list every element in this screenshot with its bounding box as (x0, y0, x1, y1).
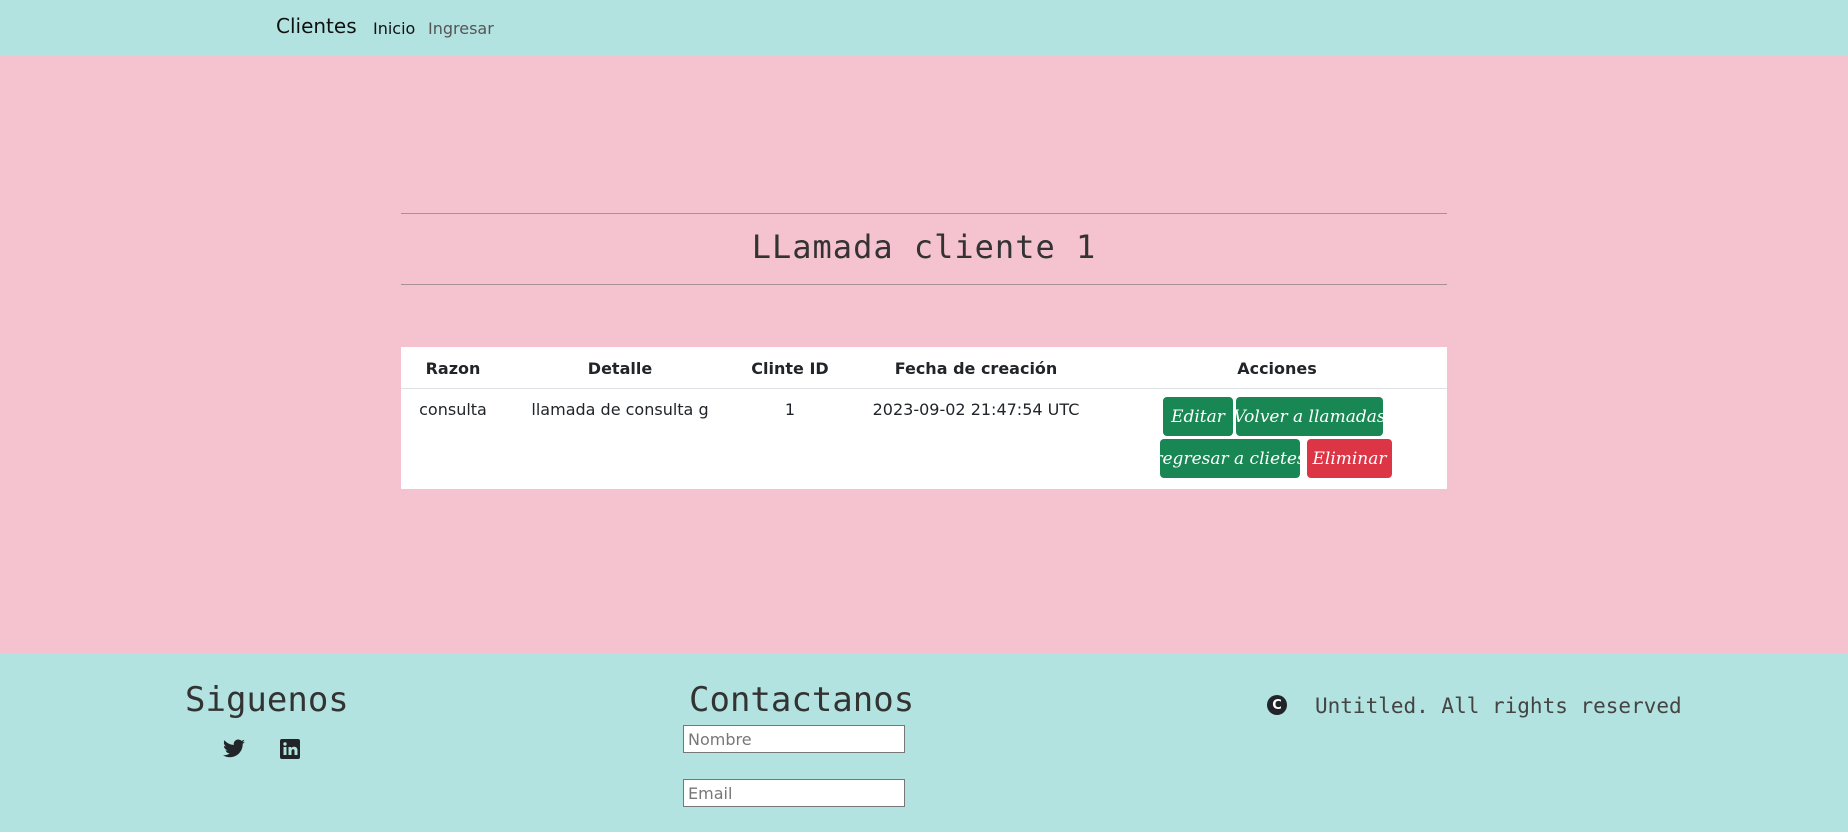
back-to-clients-button[interactable]: regresar a clietes (1154, 439, 1306, 478)
calls-table: Razon Detalle Clinte ID Fecha de creació… (401, 347, 1447, 489)
navbar: Clientes Inicio Ingresar (0, 0, 1848, 56)
footer: Siguenos Contactanos C Untitled. All rig… (0, 654, 1848, 832)
name-input[interactable] (683, 725, 905, 753)
column-header-acciones: Acciones (1237, 359, 1317, 378)
brand-link[interactable]: Clientes (276, 14, 357, 38)
column-header-razon: Razon (425, 359, 481, 378)
email-input[interactable] (683, 779, 905, 807)
cell-cliente-id: 1 (784, 400, 796, 419)
linkedin-icon[interactable] (278, 737, 302, 761)
cell-razon: consulta (419, 400, 487, 419)
twitter-icon[interactable] (222, 737, 246, 761)
copyright-text: Untitled. All rights reserved (1315, 694, 1682, 718)
cell-fecha: 2023-09-02 21:47:54 UTC (872, 400, 1080, 419)
contact-heading: Contactanos (689, 680, 915, 720)
delete-button[interactable]: Eliminar (1307, 439, 1392, 478)
nav-link-inicio[interactable]: Inicio (373, 19, 415, 38)
column-header-fecha: Fecha de creación (894, 359, 1058, 378)
main-content: LLamada cliente 1 Razon Detalle Clinte I… (0, 56, 1848, 654)
copyright-icon: C (1267, 695, 1287, 715)
divider-top (401, 213, 1447, 214)
back-to-calls-button[interactable]: Volver a llamadas (1233, 397, 1386, 436)
page-title: LLamada cliente 1 (751, 228, 1097, 266)
nav-link-ingresar[interactable]: Ingresar (428, 19, 494, 38)
row-separator (401, 388, 1447, 389)
edit-button[interactable]: Editar (1163, 397, 1233, 436)
column-header-detalle: Detalle (587, 359, 653, 378)
cell-detalle: llamada de consulta g (531, 400, 709, 419)
follow-heading: Siguenos (185, 680, 349, 720)
column-header-cliente-id: Clinte ID (751, 359, 829, 378)
divider-bottom (401, 284, 1447, 285)
